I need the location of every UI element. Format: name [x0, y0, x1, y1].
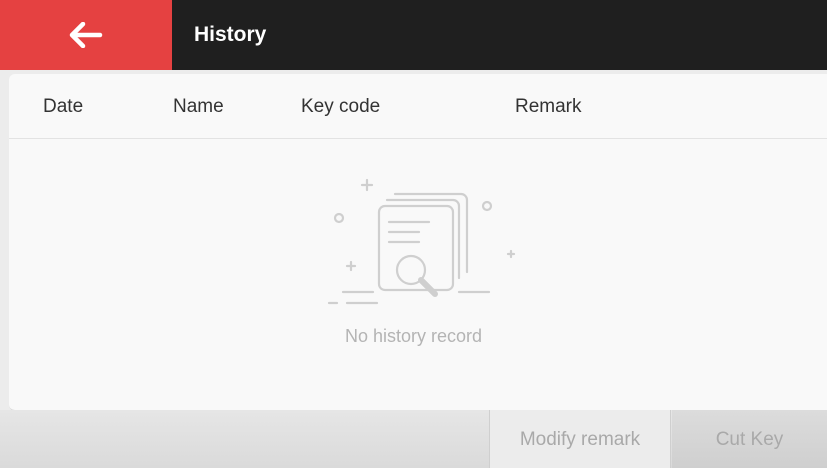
column-header-name: Name	[173, 96, 224, 117]
column-header-remark: Remark	[515, 96, 582, 117]
arrow-left-icon	[69, 22, 103, 48]
empty-state-message: No history record	[344, 326, 483, 346]
history-table: Date Name Key code Remark No history rec…	[9, 74, 827, 411]
history-screen: History Date Name Key code Remark No his…	[0, 0, 827, 468]
modify-remark-button[interactable]: Modify remark	[489, 410, 671, 468]
top-bar: History	[0, 0, 827, 70]
column-header-key-code: Key code	[301, 96, 381, 117]
page-title: History	[194, 23, 267, 46]
column-header-date: Date	[43, 96, 84, 117]
table-header: Date Name Key code Remark	[9, 74, 827, 139]
back-button[interactable]	[0, 0, 172, 70]
cut-key-button[interactable]: Cut Key	[672, 410, 827, 468]
document-search-icon	[327, 178, 517, 308]
bottom-toolbar: Modify remark Cut Key	[0, 410, 827, 468]
